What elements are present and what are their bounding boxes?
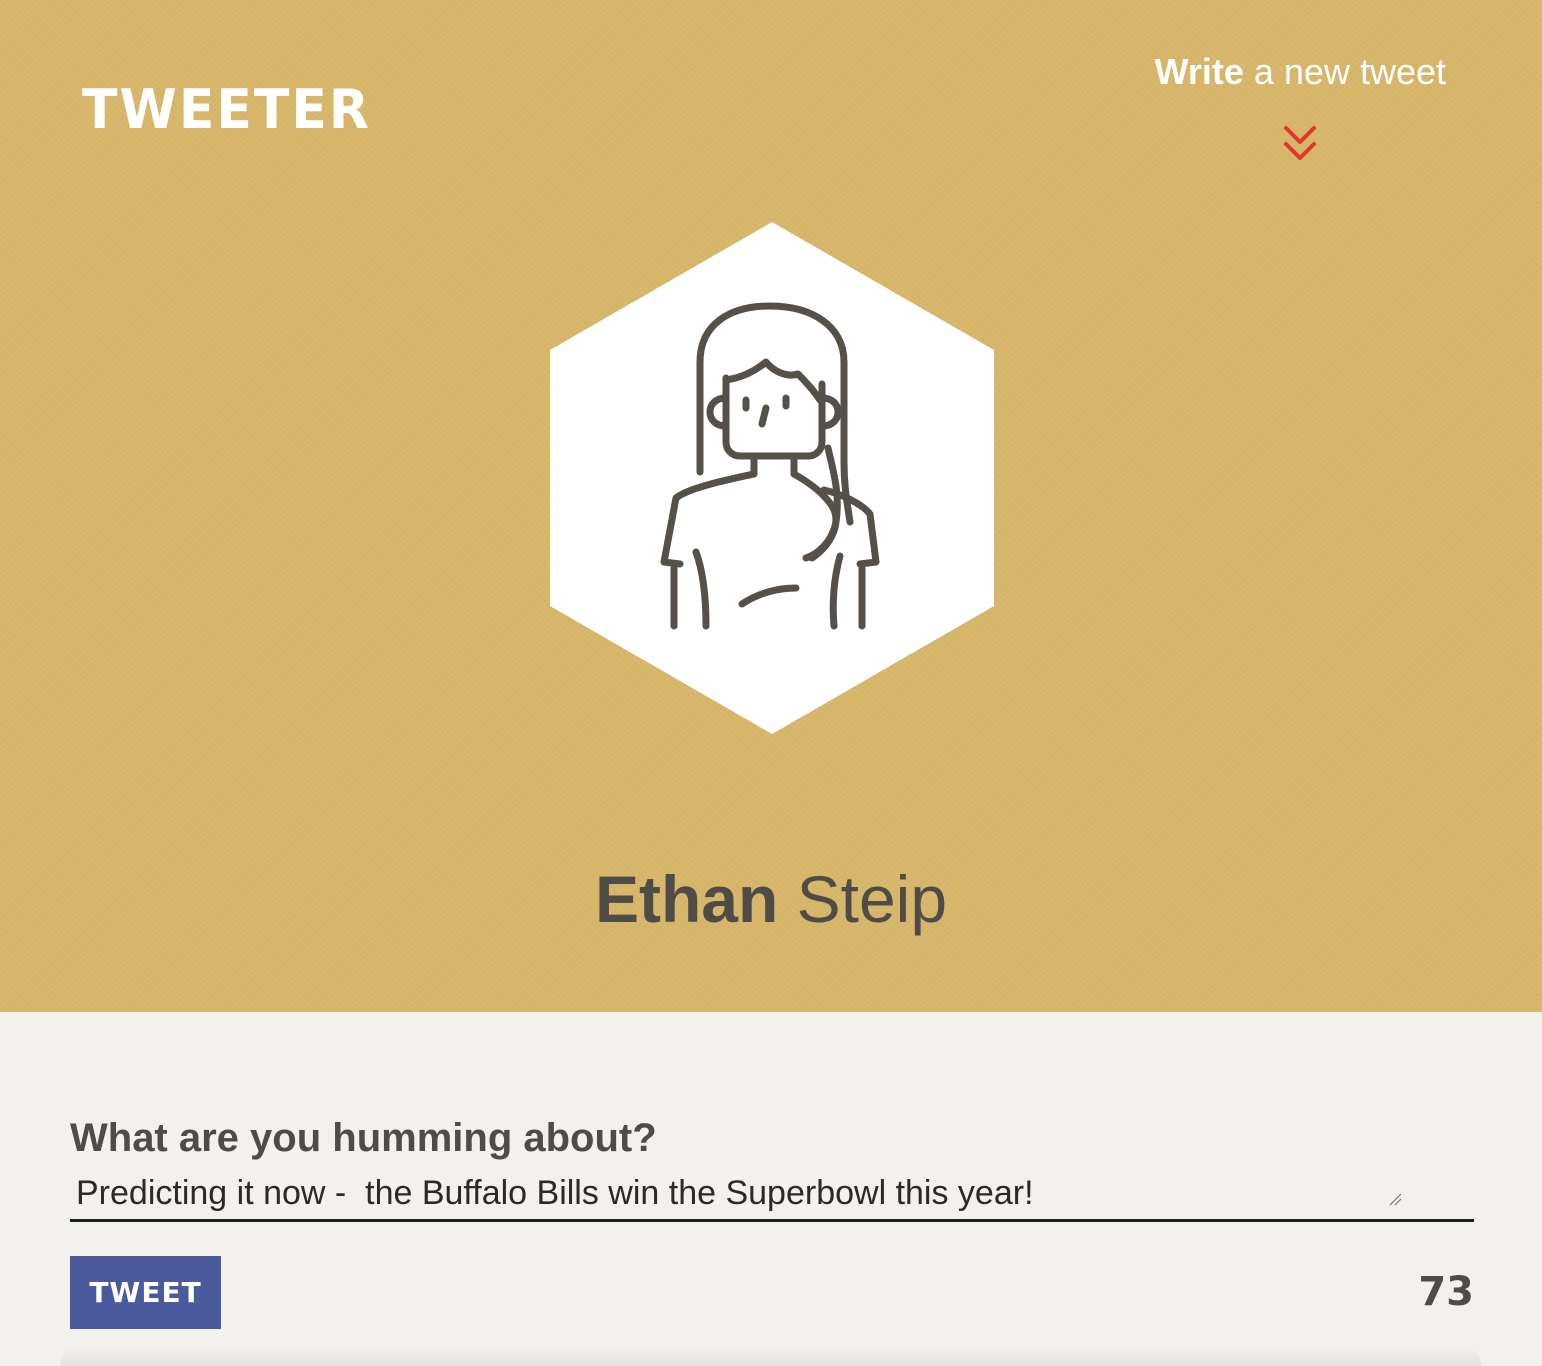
character-counter: 73 [1418,1269,1474,1315]
first-name: Ethan [594,862,779,936]
tweet-button[interactable]: TWEET [70,1256,221,1329]
tweet-text-input[interactable]: Predicting it now - the Buffalo Bills wi… [70,1172,1474,1222]
resize-grip-icon[interactable] [1388,1192,1402,1206]
profile-name: Ethan Steip [0,866,1542,932]
app-logo[interactable]: TWEETER [82,83,371,138]
write-new-tweet-link[interactable]: Write a new tweet [1155,54,1446,90]
page-bottom-shadow [60,1346,1482,1366]
write-link-bold: Write [1154,51,1244,92]
avatar-hexagon-frame [550,222,994,734]
double-chevron-down-icon[interactable] [1283,124,1317,164]
profile-header: TWEETER Write a new tweet Ethan Steip [0,0,1542,1012]
person-long-hair-avatar-icon [550,222,994,734]
last-name: Steip [778,862,948,936]
write-link-rest: a new tweet [1243,51,1446,92]
compose-label: What are you humming about? [70,1116,657,1160]
